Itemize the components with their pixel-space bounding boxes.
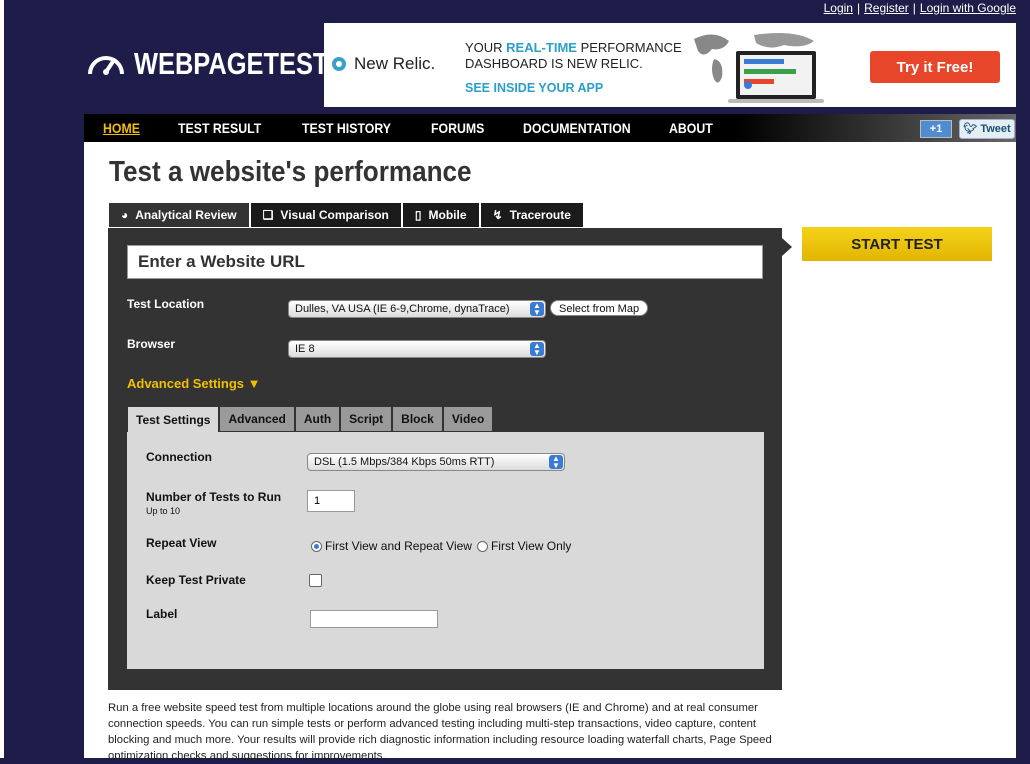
browser-value: IE 8 — [295, 343, 315, 355]
settings-tabs: Test Settings Advanced Auth Script Block… — [127, 406, 494, 433]
speedometer-icon — [88, 56, 124, 75]
gauge-icon: ◕ — [121, 208, 129, 222]
top-links: Login | Register | Login with Google — [824, 1, 1016, 15]
subtab-test-settings[interactable]: Test Settings — [127, 406, 220, 433]
ad-headline-post: PERFORMANCE — [576, 40, 682, 55]
test-settings-pane: Connection DSL (1.5 Mbps/384 Kbps 50ms R… — [127, 432, 764, 669]
subtab-auth[interactable]: Auth — [294, 406, 341, 431]
tab-analytical-review[interactable]: ◕ Analytical Review — [108, 202, 250, 227]
label-label: Label — [146, 607, 178, 621]
tweet-button[interactable]: 🐦︎ Tweet — [959, 119, 1015, 139]
register-link[interactable]: Register — [864, 1, 909, 15]
num-tests-label: Number of Tests to Run — [146, 490, 282, 504]
route-icon: ↯ — [492, 208, 503, 222]
advanced-settings-toggle[interactable]: Advanced Settings ▼ — [127, 376, 261, 391]
nav-forums[interactable]: FORUMS — [431, 120, 484, 136]
window-left-edge — [0, 0, 4, 758]
ad-headline-pre: YOUR — [465, 40, 507, 55]
num-tests-input[interactable] — [307, 490, 355, 512]
tab-label: Analytical Review — [135, 208, 237, 222]
twitter-bird-icon: 🐦︎ — [963, 123, 978, 135]
test-type-tabs: ◕ Analytical Review ❏ Visual Comparison … — [108, 202, 584, 228]
test-location-select[interactable]: Dulles, VA USA (IE 6-9,Chrome, dynaTrace… — [288, 300, 546, 318]
start-test-button[interactable]: START TEST — [802, 227, 992, 261]
new-relic-ad-banner[interactable]: New Relic. YOUR REAL-TIME PERFORMANCE DA… — [324, 23, 1016, 107]
try-it-free-button[interactable]: Try it Free! — [870, 51, 1000, 83]
repeat-view-options: First View and Repeat View First View On… — [311, 539, 571, 553]
start-arrow-icon — [782, 238, 792, 256]
login-link[interactable]: Login — [824, 1, 853, 15]
tab-label: Traceroute — [509, 208, 571, 222]
tweet-label: Tweet — [980, 123, 1011, 135]
tab-mobile[interactable]: ▯ Mobile — [401, 202, 480, 227]
connection-label: Connection — [146, 450, 212, 464]
nav-home[interactable]: HOME — [103, 120, 140, 136]
login-google-link[interactable]: Login with Google — [920, 1, 1016, 15]
website-url-input[interactable] — [128, 246, 762, 278]
select-from-map-button[interactable]: Select from Map — [550, 300, 649, 316]
ad-headline: YOUR REAL-TIME PERFORMANCE DASHBOARD IS … — [465, 40, 682, 96]
new-relic-ring-icon — [332, 57, 346, 71]
select-arrows-icon: ▲ ▼ — [530, 302, 544, 317]
nav-documentation[interactable]: DOCUMENTATION — [523, 120, 631, 136]
url-box — [127, 245, 763, 279]
new-relic-logo: New Relic. — [332, 54, 435, 74]
repeat-view-radio-both[interactable] — [311, 540, 322, 552]
browser-select[interactable]: IE 8 ▲ ▼ — [288, 340, 546, 358]
link-separator: | — [856, 1, 861, 15]
logo-text: WEBPAGETEST — [134, 46, 329, 81]
select-arrows-icon: ▲ ▼ — [530, 342, 544, 357]
document-icon: ❏ — [262, 208, 274, 222]
subtab-video[interactable]: Video — [442, 406, 494, 431]
nav-test-result[interactable]: TEST RESULT — [178, 120, 261, 136]
phone-icon: ▯ — [414, 208, 422, 222]
browser-label: Browser — [127, 337, 176, 351]
select-arrows-icon: ▲ ▼ — [549, 455, 563, 470]
subtab-block[interactable]: Block — [392, 406, 443, 431]
tab-traceroute[interactable]: ↯ Traceroute — [479, 202, 584, 227]
ad-headline-highlight: REAL-TIME — [506, 40, 577, 55]
subtab-script[interactable]: Script — [340, 406, 393, 431]
main-content: Test a website's performance ◕ Analytica… — [84, 142, 1016, 762]
label-input[interactable] — [310, 610, 438, 628]
link-separator: | — [912, 1, 916, 15]
repeat-option-2-label: First View Only — [490, 539, 572, 553]
page-title: Test a website's performance — [109, 156, 472, 188]
main-nav: HOME TEST RESULT TEST HISTORY FORUMS DOC… — [84, 114, 1016, 142]
ad-headline-line2: DASHBOARD IS NEW RELIC. — [465, 56, 643, 71]
connection-select[interactable]: DSL (1.5 Mbps/384 Kbps 50ms RTT) ▲ ▼ — [307, 453, 565, 471]
tab-visual-comparison[interactable]: ❏ Visual Comparison — [249, 202, 402, 227]
repeat-view-radio-first-only[interactable] — [476, 540, 488, 552]
google-plus-one-button[interactable]: +1 — [920, 120, 952, 138]
keep-private-label: Keep Test Private — [146, 573, 246, 587]
test-location-value: Dulles, VA USA (IE 6-9,Chrome, dynaTrace… — [295, 303, 510, 315]
ad-cta[interactable]: SEE INSIDE YOUR APP — [465, 80, 682, 96]
num-tests-hint: Up to 10 — [146, 506, 181, 516]
tab-label: Mobile — [428, 208, 467, 222]
tab-label: Visual Comparison — [280, 208, 389, 222]
repeat-view-label: Repeat View — [146, 536, 217, 550]
test-form-panel: Test Location Dulles, VA USA (IE 6-9,Chr… — [108, 228, 782, 690]
keep-private-checkbox[interactable] — [309, 574, 322, 587]
repeat-option-1-label: First View and Repeat View — [325, 539, 472, 553]
world-map-laptop-icon — [694, 33, 824, 103]
connection-value: DSL (1.5 Mbps/384 Kbps 50ms RTT) — [314, 456, 495, 468]
nav-about[interactable]: ABOUT — [669, 120, 713, 136]
subtab-advanced[interactable]: Advanced — [219, 406, 295, 431]
site-description: Run a free website speed test from multi… — [108, 702, 772, 762]
test-location-label: Test Location — [127, 297, 205, 311]
nav-test-history[interactable]: TEST HISTORY — [302, 120, 391, 136]
ad-brand: New Relic. — [354, 54, 436, 73]
